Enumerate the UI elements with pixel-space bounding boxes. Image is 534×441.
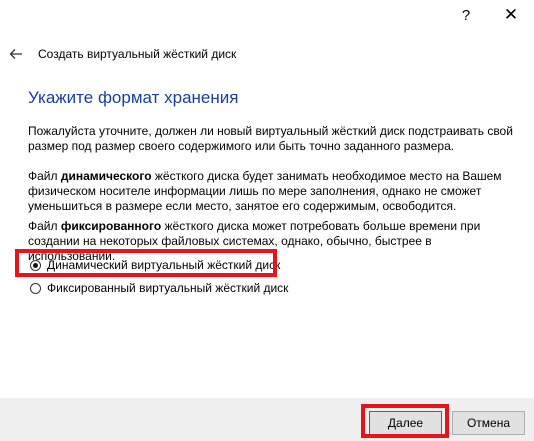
help-button[interactable]: ? bbox=[443, 0, 489, 30]
highlight-box-next bbox=[361, 404, 449, 438]
close-button[interactable]: ✕ bbox=[488, 0, 534, 30]
cancel-button[interactable]: Отмена bbox=[452, 411, 525, 435]
radio-fixed-label: Фиксированный виртуальный жёсткий диск bbox=[47, 281, 289, 295]
radio-fixed[interactable] bbox=[30, 282, 41, 294]
intro-text: Пожалуйста уточните, должен ли новый вир… bbox=[28, 124, 513, 153]
back-arrow-icon bbox=[9, 49, 22, 59]
fixed-desc-bold: фиксированного bbox=[60, 219, 162, 233]
title-bar: ? ✕ bbox=[0, 0, 534, 30]
wizard-title: Создать виртуальный жёсткий диск bbox=[38, 47, 237, 61]
wizard-nav: Создать виртуальный жёсткий диск bbox=[0, 38, 534, 70]
highlight-box-dynamic bbox=[15, 249, 277, 277]
radio-fixed-option[interactable]: Фиксированный виртуальный жёсткий диск bbox=[30, 279, 288, 297]
back-button[interactable] bbox=[4, 42, 28, 66]
dynamic-desc-bold: динамического bbox=[60, 169, 152, 183]
dynamic-description: Файл динамического жёсткого диска будет … bbox=[28, 169, 516, 214]
dynamic-desc-prefix: Файл bbox=[28, 169, 61, 183]
page-heading: Укажите формат хранения bbox=[28, 88, 239, 107]
fixed-desc-prefix: Файл bbox=[28, 219, 61, 233]
